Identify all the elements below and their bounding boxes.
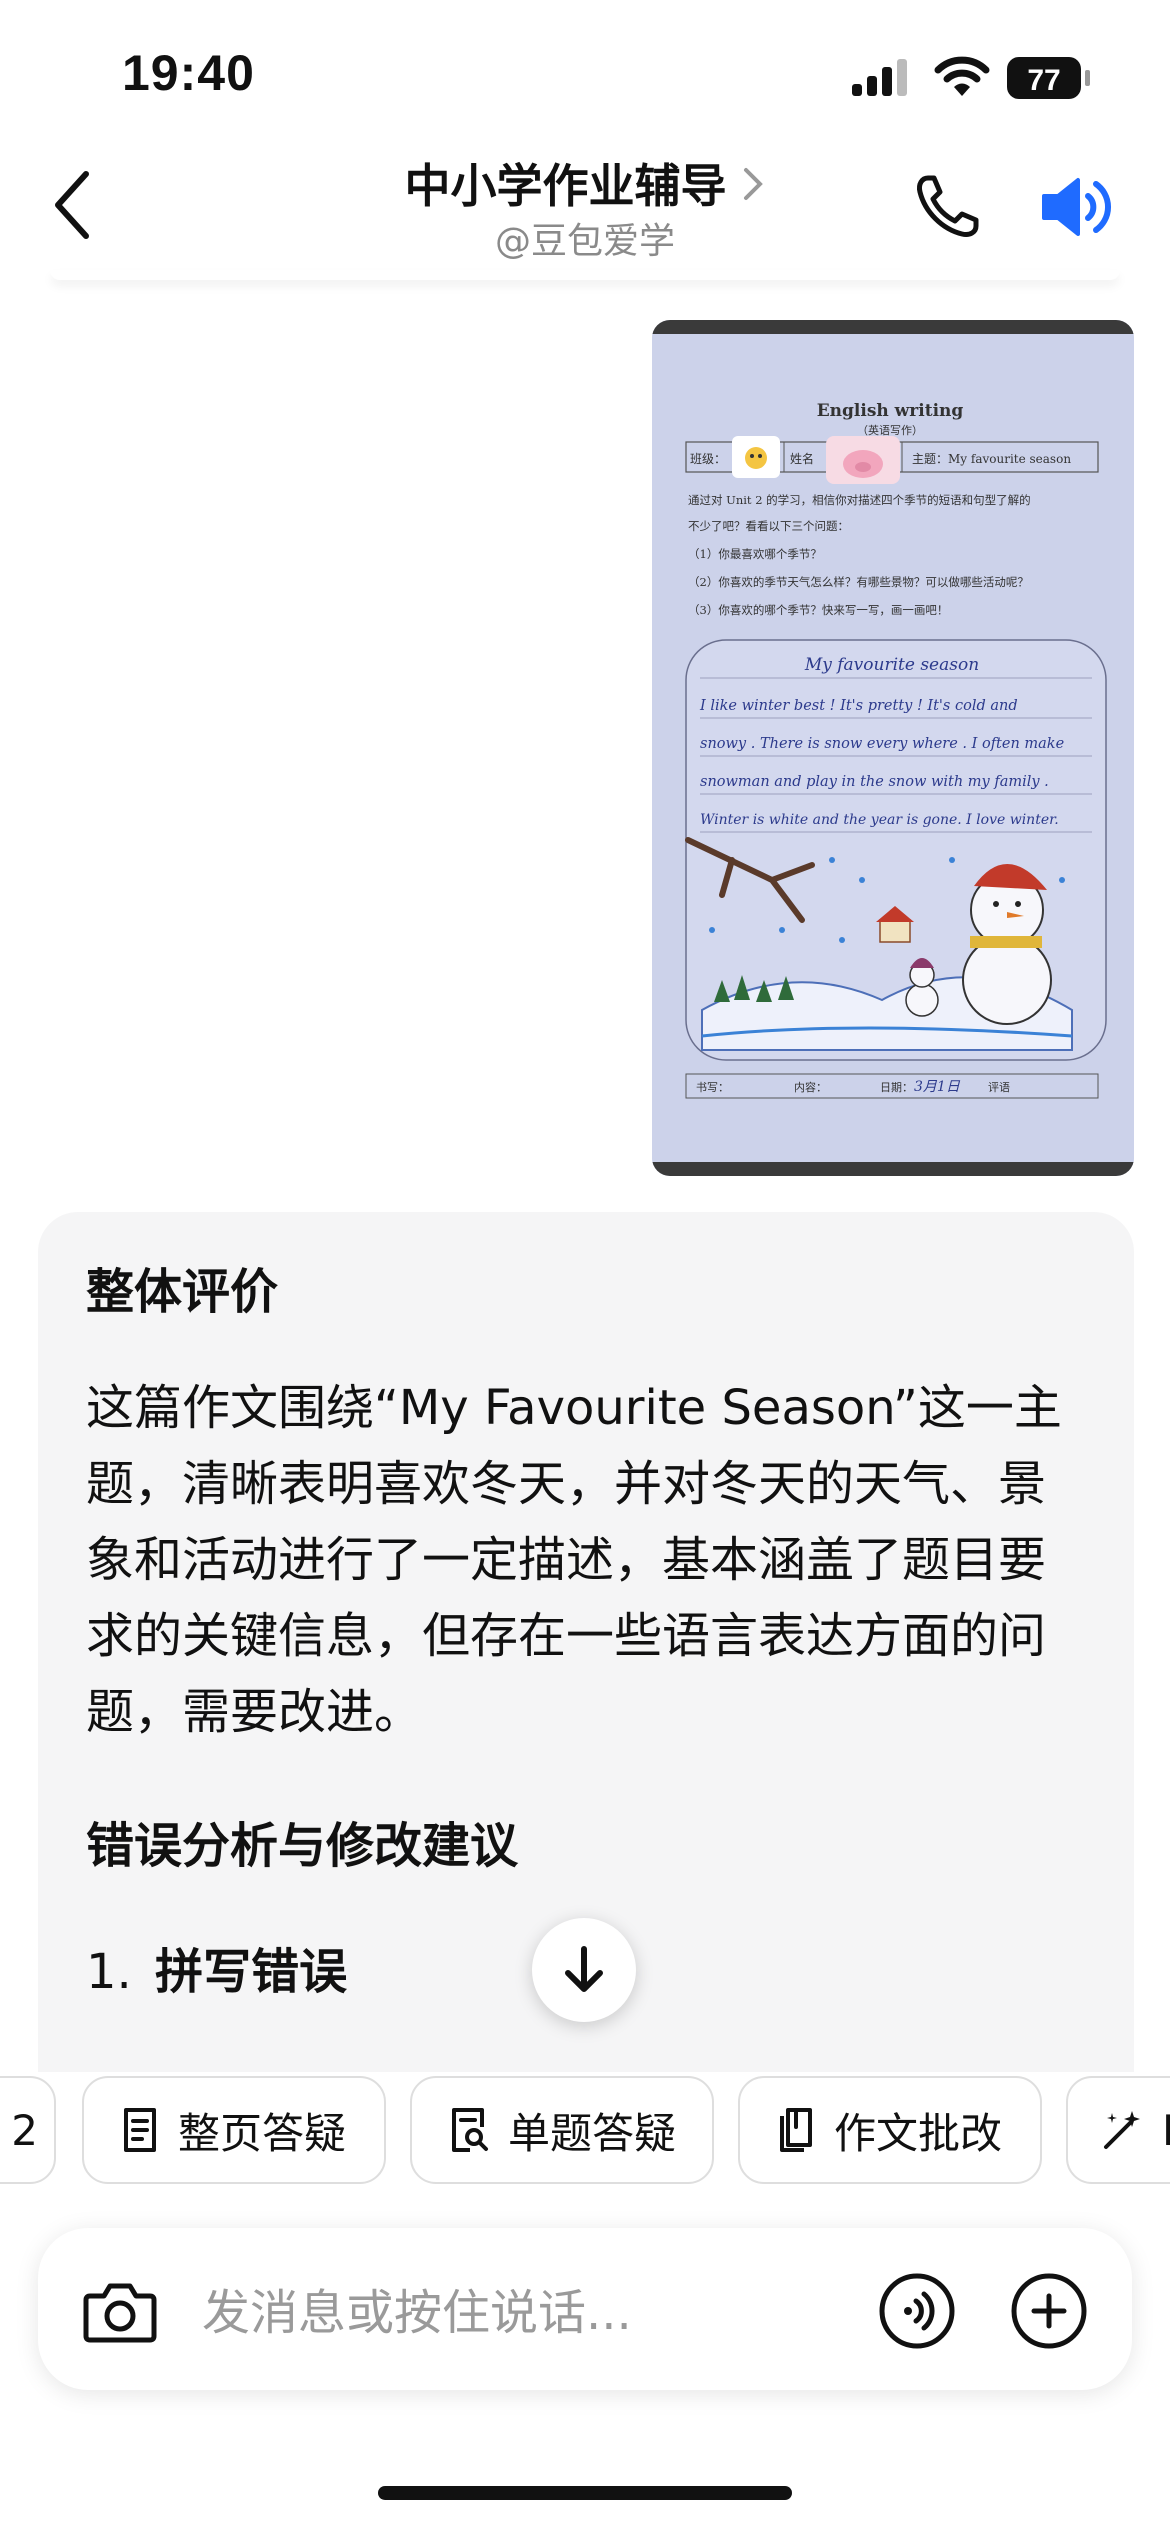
chip-page-qa[interactable]: 整页答疑 (82, 2076, 386, 2184)
paper-footer-writing: 书写： (696, 1081, 729, 1094)
essay-line-1: I like winter best ! It's pretty ! It's … (699, 698, 1018, 714)
call-button[interactable] (912, 172, 982, 246)
paper-heading: English writing (817, 401, 964, 421)
voice-input-button[interactable] (878, 2272, 956, 2354)
chip-single-qa[interactable]: 单题答疑 (410, 2076, 714, 2184)
paper-question-1: （1）你最喜欢哪个季节？ (688, 547, 822, 561)
paper-footer-content: 内容： (794, 1080, 827, 1094)
arrow-down-icon (565, 1946, 603, 1992)
chip-partial-left[interactable]: 2 (0, 2076, 56, 2184)
paper-field-name: 姓名 (790, 451, 814, 466)
paper-footer-date-label: 日期： (880, 1081, 913, 1094)
paper-question-3: （3）你喜欢的哪个季节？快来写一写，画一画吧！ (688, 603, 948, 617)
chat-title-button[interactable]: 中小学作业辅导 (0, 150, 1170, 216)
chip-label: 单题答疑 (508, 2108, 677, 2158)
speaker-icon (1042, 178, 1111, 236)
chip-label: I (1162, 2105, 1170, 2155)
chip-label: 整页答疑 (178, 2108, 347, 2158)
wifi-icon (934, 56, 990, 102)
homework-photo[interactable]: English writing （英语写作） 班级： 姓名 主题：My favo… (652, 320, 1134, 1176)
essay-line-2: snowy . There is snow every where . I of… (700, 736, 1064, 752)
camera-button[interactable] (82, 2278, 158, 2350)
essay-title: My favourite season (804, 655, 979, 675)
list-item-heading: 拼写错误 (155, 1944, 348, 2000)
sticker-pig-icon (826, 436, 900, 484)
header-divider (50, 270, 1120, 280)
camera-icon (83, 2283, 157, 2343)
paper-field-class: 班级： (690, 452, 726, 466)
phone-icon (917, 175, 979, 237)
overall-evaluation-text: 这篇作文围绕“My Favourite Season”这一主题，清晰表明喜欢冬天… (86, 1380, 1062, 1740)
status-time: 19:40 (122, 45, 255, 101)
battery-icon: 77 (1006, 56, 1092, 104)
chevron-right-icon (743, 168, 763, 200)
bot-handle: @豆包爱学 (494, 221, 675, 262)
scroll-to-bottom-button[interactable] (532, 1918, 636, 2022)
paper-subheading: （英语写作） (857, 423, 923, 437)
sticker-cat-icon (732, 436, 780, 478)
list-item-1: 1. 拼写错误 (86, 1932, 347, 2002)
battery-level: 77 (1027, 64, 1060, 97)
home-indicator (378, 2486, 792, 2500)
section-heading-overall: 整体评价 (86, 1264, 279, 1320)
essay-line-3: snowman and play in the snow with my fam… (700, 774, 1049, 790)
paper-prompt-line-1: 通过对 Unit 2 的学习，相信你对描述四个季节的短语和句型了解的 (688, 493, 1031, 507)
cellular-signal-icon (850, 58, 912, 102)
chip-label: 2 (11, 2105, 38, 2155)
essay-line-4: Winter is white and the year is gone. I … (700, 812, 1059, 828)
speaker-toggle-button[interactable] (1040, 172, 1116, 246)
message-input[interactable] (200, 2282, 864, 2344)
section-heading-errors: 错误分析与修改建议 (86, 1818, 519, 1874)
plus-circle-icon (1011, 2273, 1087, 2349)
document-icon (124, 2108, 156, 2152)
paper-prompt-line-2: 不少了吧？看看以下三个问题： (688, 519, 849, 533)
page-title: 中小学作业辅导 (404, 159, 727, 213)
paper-field-topic: 主题：My favourite season (912, 452, 1071, 466)
voice-wave-icon (879, 2273, 955, 2349)
chip-label: 作文批改 (834, 2108, 1003, 2158)
list-item-number: 1. (86, 1944, 132, 2000)
document-search-icon (452, 2108, 488, 2152)
chip-partial-right[interactable]: I (1066, 2076, 1170, 2184)
magic-wand-icon (1104, 2111, 1140, 2149)
add-attachment-button[interactable] (1010, 2272, 1088, 2354)
notebook-icon (780, 2108, 812, 2152)
paper-question-2: （2）你喜欢的季节天气怎么样？有哪些景物？可以做哪些活动呢？ (688, 575, 1029, 589)
paper-footer-date: 3月1日 (914, 1079, 961, 1095)
chip-essay-review[interactable]: 作文批改 (738, 2076, 1042, 2184)
paper-footer-comment: 评语 (988, 1081, 1010, 1094)
